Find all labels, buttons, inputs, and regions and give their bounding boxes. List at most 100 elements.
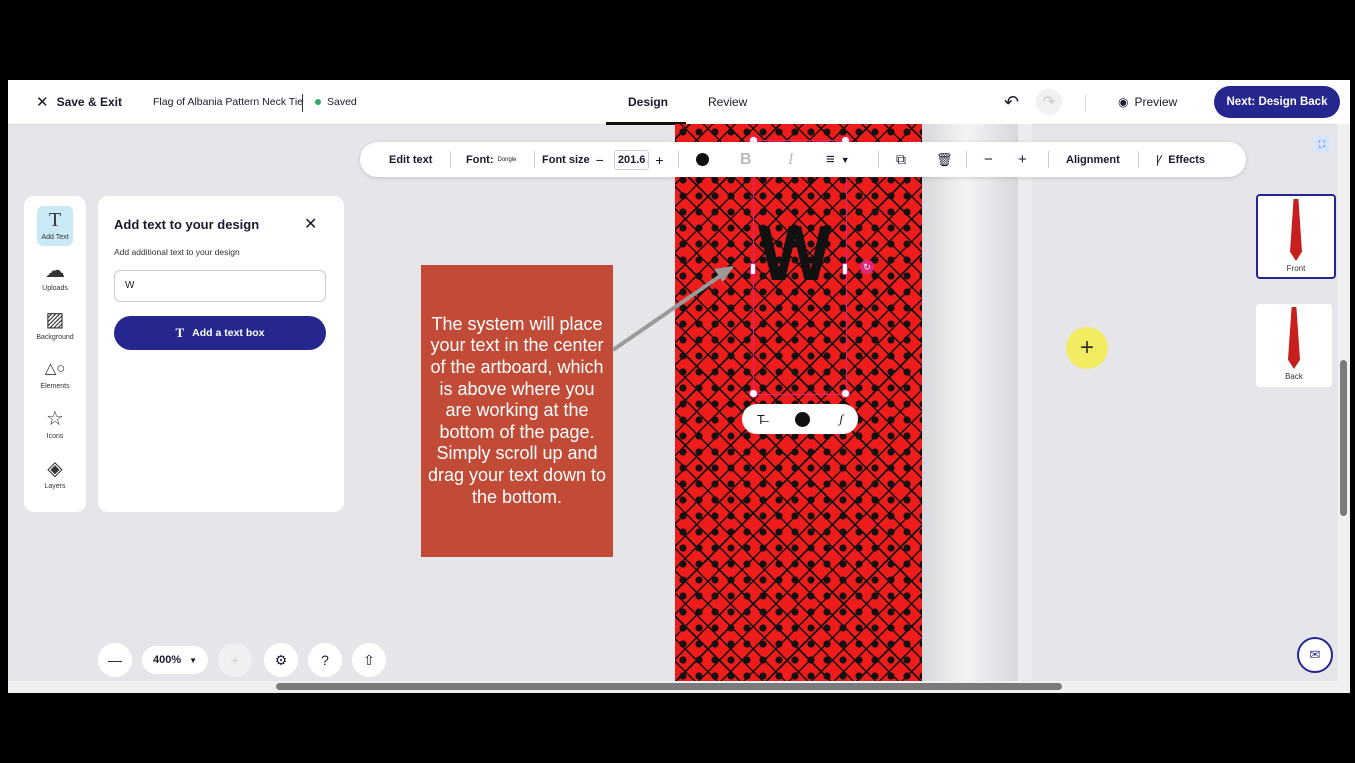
decrease-size-icon[interactable]: − <box>596 152 604 168</box>
layer-down-icon[interactable]: − <box>984 142 993 177</box>
saved-label: Saved <box>327 96 357 108</box>
text-icon: T <box>48 209 62 231</box>
saved-dot-icon <box>315 99 321 105</box>
vertical-scroll-thumb[interactable] <box>1340 360 1347 516</box>
text-toolbar: Edit text Font: Dongle Font size − 201.6… <box>360 142 1246 177</box>
chat-support-icon[interactable]: ✉ <box>1297 637 1333 673</box>
thumb-label: Front <box>1286 264 1306 273</box>
button-label: Add a text box <box>192 327 265 339</box>
rail-label: Elements <box>40 383 70 390</box>
font-size-label: Font size <box>542 153 590 166</box>
fit-screen-icon[interactable]: ⛶ <box>1314 136 1330 152</box>
thumb-back[interactable]: Back <box>1256 304 1332 387</box>
document-title: Flag of Albania Pattern Neck Tie <box>153 96 303 108</box>
bold-button[interactable]: B <box>740 142 752 177</box>
zoom-dropdown[interactable]: 400% ▼ <box>142 646 208 674</box>
layers-icon: ◈ <box>47 458 63 480</box>
alignment-button[interactable]: Alignment <box>1066 142 1120 177</box>
resize-handle[interactable] <box>750 263 756 275</box>
rail-item-elements[interactable]: △○ Elements <box>24 358 86 390</box>
chevron-down-icon: ▼ <box>189 655 198 665</box>
font-label: Font: <box>466 153 494 166</box>
italic-button[interactable]: I <box>788 142 793 177</box>
divider <box>534 151 535 168</box>
shapes-icon: △○ <box>44 360 66 377</box>
text-color-icon[interactable] <box>794 411 810 427</box>
font-value: Dongle <box>497 156 517 163</box>
resize-handle[interactable] <box>842 263 848 275</box>
resize-handle[interactable] <box>841 389 850 398</box>
zoom-value: 400% <box>152 654 182 666</box>
layer-up-icon[interactable]: + <box>1018 142 1027 177</box>
redo-icon[interactable]: ↷ <box>1036 89 1062 115</box>
divider <box>302 94 303 112</box>
cloud-upload-icon: ☁ <box>45 260 65 282</box>
rail-item-uploads[interactable]: ☁ Uploads <box>24 260 86 292</box>
tie-fabric-edge <box>1018 124 1032 685</box>
text-color-button[interactable] <box>696 142 709 177</box>
preview-label: Preview <box>1134 95 1178 109</box>
font-size-control: Font size − 201.6 + <box>542 142 664 177</box>
rail-label: Add Text <box>41 234 69 241</box>
tie-front-thumbnail <box>1258 196 1334 264</box>
duplicate-icon[interactable]: ⧉ <box>896 142 906 177</box>
share-icon[interactable]: ⇧ <box>352 643 386 677</box>
saved-status: Saved <box>315 80 357 124</box>
rotate-icon[interactable]: ↻ <box>860 260 874 274</box>
rail-label: Background <box>36 334 74 341</box>
resize-handle[interactable] <box>749 389 758 398</box>
chevron-down-icon: ▼ <box>840 154 850 165</box>
edit-text-button[interactable]: Edit text <box>389 142 432 177</box>
rail-label: Layers <box>44 483 66 490</box>
align-dropdown[interactable]: ≡ ▼ <box>826 142 850 177</box>
tab-design[interactable]: Design <box>628 80 668 124</box>
divider <box>1048 151 1049 168</box>
effects-button[interactable]: Ꝩ Effects <box>1156 142 1205 177</box>
eye-icon: ◉ <box>1118 95 1129 109</box>
rail-item-layers[interactable]: ◈ Layers <box>24 458 86 490</box>
canvas-text[interactable]: W <box>758 208 832 299</box>
divider <box>1138 151 1139 168</box>
help-icon[interactable]: ? <box>308 643 342 677</box>
close-icon: ✕ <box>36 94 49 111</box>
effects-label: Effects <box>1168 153 1205 166</box>
rail-label: Icons <box>46 433 64 440</box>
active-tab-indicator <box>606 122 686 125</box>
preview-button[interactable]: ◉ Preview <box>1118 80 1177 124</box>
text-input[interactable]: W <box>114 270 326 302</box>
font-picker[interactable]: Font: Dongle <box>466 142 517 177</box>
text-icon: T <box>175 325 185 340</box>
horizontal-scroll-thumb[interactable] <box>276 683 1062 690</box>
zoom-out-button[interactable]: — <box>98 643 132 677</box>
font-size-input[interactable]: 201.6 <box>613 149 650 170</box>
effects-icon: Ꝩ <box>1156 154 1163 166</box>
rail-item-background[interactable]: ▨ Background <box>24 309 86 341</box>
next-design-back-button[interactable]: Next: Design Back <box>1214 86 1340 118</box>
text-quick-toolbar: T̶ ʃ <box>742 404 858 434</box>
image-icon: ▨ <box>45 309 65 331</box>
divider <box>678 151 679 168</box>
rail-item-icons[interactable]: ☆ Icons <box>24 408 86 440</box>
add-text-panel: Add text to your design ✕ Add additional… <box>98 196 344 512</box>
rail-item-add-text[interactable]: T Add Text <box>24 206 86 246</box>
thumb-front[interactable]: Front <box>1256 194 1336 279</box>
divider <box>878 151 879 168</box>
align-icon: ≡ <box>826 151 835 168</box>
save-exit-button[interactable]: ✕ Save & Exit <box>36 80 122 124</box>
divider <box>450 151 451 168</box>
text-curve-icon[interactable]: ʃ <box>839 411 843 427</box>
undo-icon[interactable]: ↶ <box>1004 80 1019 124</box>
top-header: ✕ Save & Exit Flag of Albania Pattern Ne… <box>8 80 1350 125</box>
divider <box>1085 94 1086 112</box>
color-swatch-icon <box>696 153 709 166</box>
add-text-box-button[interactable]: T Add a text box <box>114 316 326 350</box>
text-style-icon[interactable]: T̶ <box>757 412 765 427</box>
close-icon[interactable]: ✕ <box>304 214 317 234</box>
delete-icon[interactable]: 🗑 <box>936 142 953 177</box>
active-tool-highlight: T Add Text <box>37 206 73 246</box>
settings-icon[interactable]: ⚙ <box>264 643 298 677</box>
tab-review[interactable]: Review <box>708 80 747 124</box>
increase-size-icon[interactable]: + <box>655 152 663 168</box>
zoom-in-button[interactable]: + <box>218 643 252 677</box>
rail-label: Uploads <box>42 285 68 292</box>
